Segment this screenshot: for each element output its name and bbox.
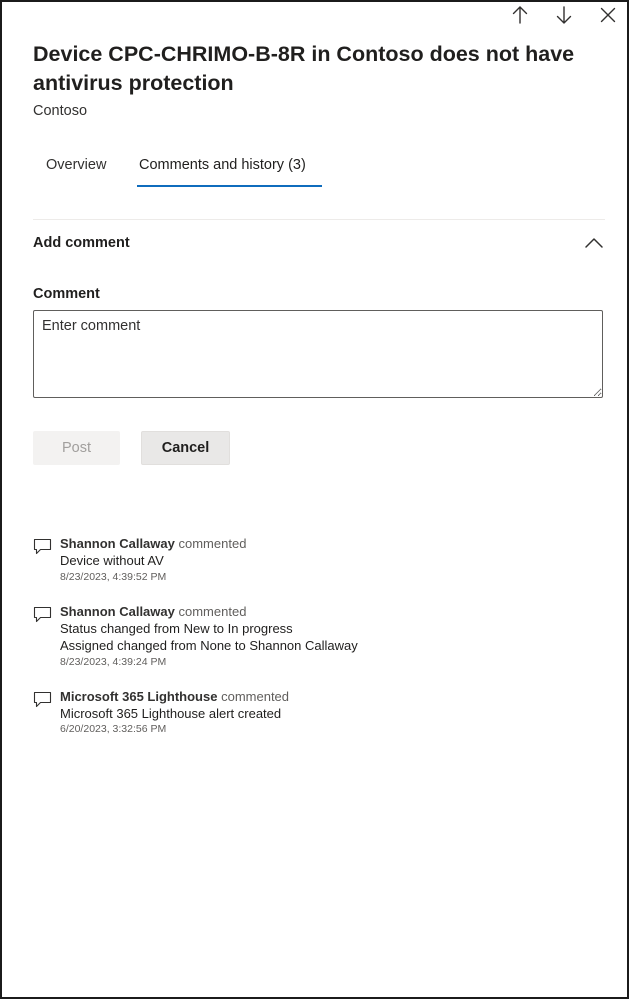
comment-history-list: Shannon Callaway commented Device withou…	[33, 535, 593, 755]
comment-icon	[33, 538, 52, 555]
tenant-name: Contoso	[33, 103, 88, 119]
comment-icon	[33, 606, 52, 622]
panel-actions	[507, 4, 621, 26]
entry-author: Microsoft 365 Lighthouse	[60, 688, 218, 704]
entry-timestamp: 6/20/2023, 3:32:56 PM	[60, 723, 167, 735]
arrow-down-icon	[556, 6, 572, 24]
add-comment-heading: Add comment	[33, 235, 130, 251]
arrow-up-icon	[512, 6, 528, 24]
close-icon	[600, 7, 616, 23]
chevron-up-icon	[585, 238, 603, 248]
entry-timestamp: 8/23/2023, 4:39:24 PM	[60, 655, 167, 668]
tab-comments-and-history[interactable]: Comments and history (3)	[137, 150, 322, 187]
tab-list: Overview Comments and history (3)	[33, 150, 605, 190]
tab-overview[interactable]: Overview	[44, 150, 108, 187]
history-entry: Microsoft 365 Lighthouse commented Micro…	[33, 688, 593, 738]
history-entry: Shannon Callaway commented Status change…	[33, 603, 593, 670]
entry-text: Microsoft 365 Lighthouse alert created	[60, 705, 282, 721]
comment-textarea[interactable]	[33, 310, 603, 398]
add-comment-section-toggle[interactable]: Add comment	[33, 230, 605, 258]
alert-detail-panel: Device CPC-CHRIMO-B-8R in Contoso does n…	[0, 0, 629, 999]
entry-timestamp: 8/23/2023, 4:39:52 PM	[60, 570, 167, 583]
entry-header: Shannon Callaway commented	[60, 535, 593, 552]
comment-icon	[33, 691, 52, 707]
cancel-button[interactable]: Cancel	[141, 431, 230, 465]
history-entry: Shannon Callaway commented Device withou…	[33, 535, 593, 585]
entry-author: Shannon Callaway	[60, 536, 175, 551]
post-button[interactable]: Post	[33, 431, 120, 465]
entry-verb: commented	[178, 536, 247, 551]
next-item-button[interactable]	[551, 4, 577, 26]
entry-text: Status changed from New to In progress	[60, 620, 293, 636]
entry-verb: commented	[221, 688, 290, 704]
previous-item-button[interactable]	[507, 4, 533, 26]
close-button[interactable]	[595, 4, 621, 26]
entry-author: Shannon Callaway	[60, 603, 175, 619]
entry-verb: commented	[178, 603, 247, 619]
section-divider	[33, 219, 605, 220]
entry-text: Assigned changed from None to Shannon Ca…	[60, 638, 358, 653]
entry-header: Shannon Callaway commented	[60, 603, 593, 620]
comment-field-label: Comment	[33, 286, 100, 302]
entry-text: Device without AV	[60, 553, 164, 568]
panel-title: Device CPC-CHRIMO-B-8R in Contoso does n…	[33, 42, 575, 95]
entry-header: Microsoft 365 Lighthouse commented	[60, 688, 593, 705]
